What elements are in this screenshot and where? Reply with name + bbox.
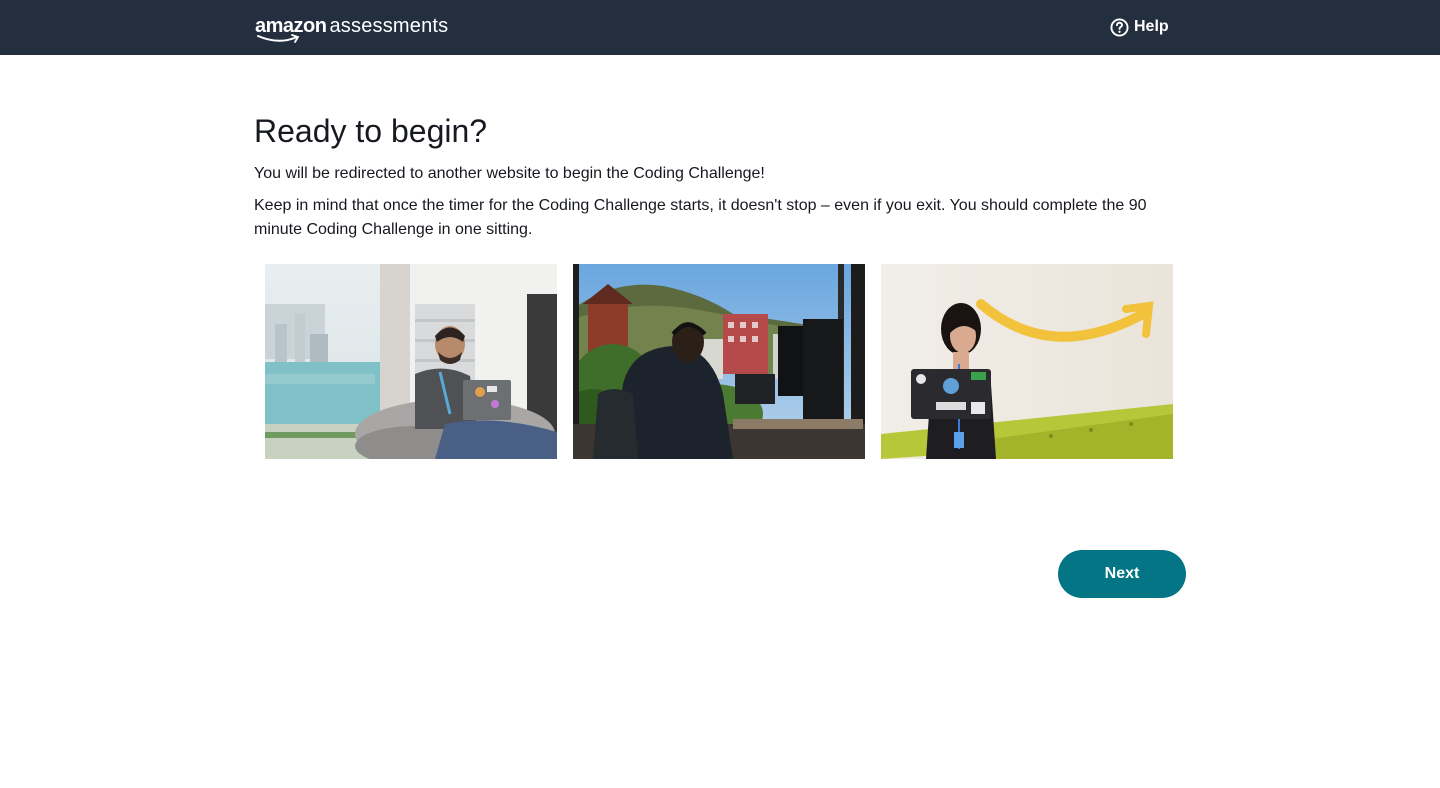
top-nav-bar: amazon assessments Help bbox=[0, 0, 1440, 55]
logo-product-text: assessments bbox=[329, 15, 449, 37]
page-title: Ready to begin? bbox=[254, 113, 488, 149]
timer-notice: Keep in mind that once the timer for the… bbox=[254, 197, 1147, 238]
redirect-notice: You will be redirected to another websit… bbox=[254, 165, 765, 182]
photo-man-laptop-window bbox=[265, 264, 557, 459]
help-link[interactable]: Help bbox=[1110, 17, 1169, 37]
help-circle-icon bbox=[1110, 17, 1129, 37]
amazon-assessments-logo[interactable]: amazon assessments bbox=[255, 14, 449, 43]
help-label: Help bbox=[1134, 18, 1169, 35]
photo-man-headset-desk bbox=[573, 264, 865, 459]
photo-woman-laptop-amazon-wall bbox=[881, 264, 1173, 459]
next-button[interactable]: Next bbox=[1058, 550, 1186, 598]
amazon-smile-icon bbox=[257, 34, 300, 43]
